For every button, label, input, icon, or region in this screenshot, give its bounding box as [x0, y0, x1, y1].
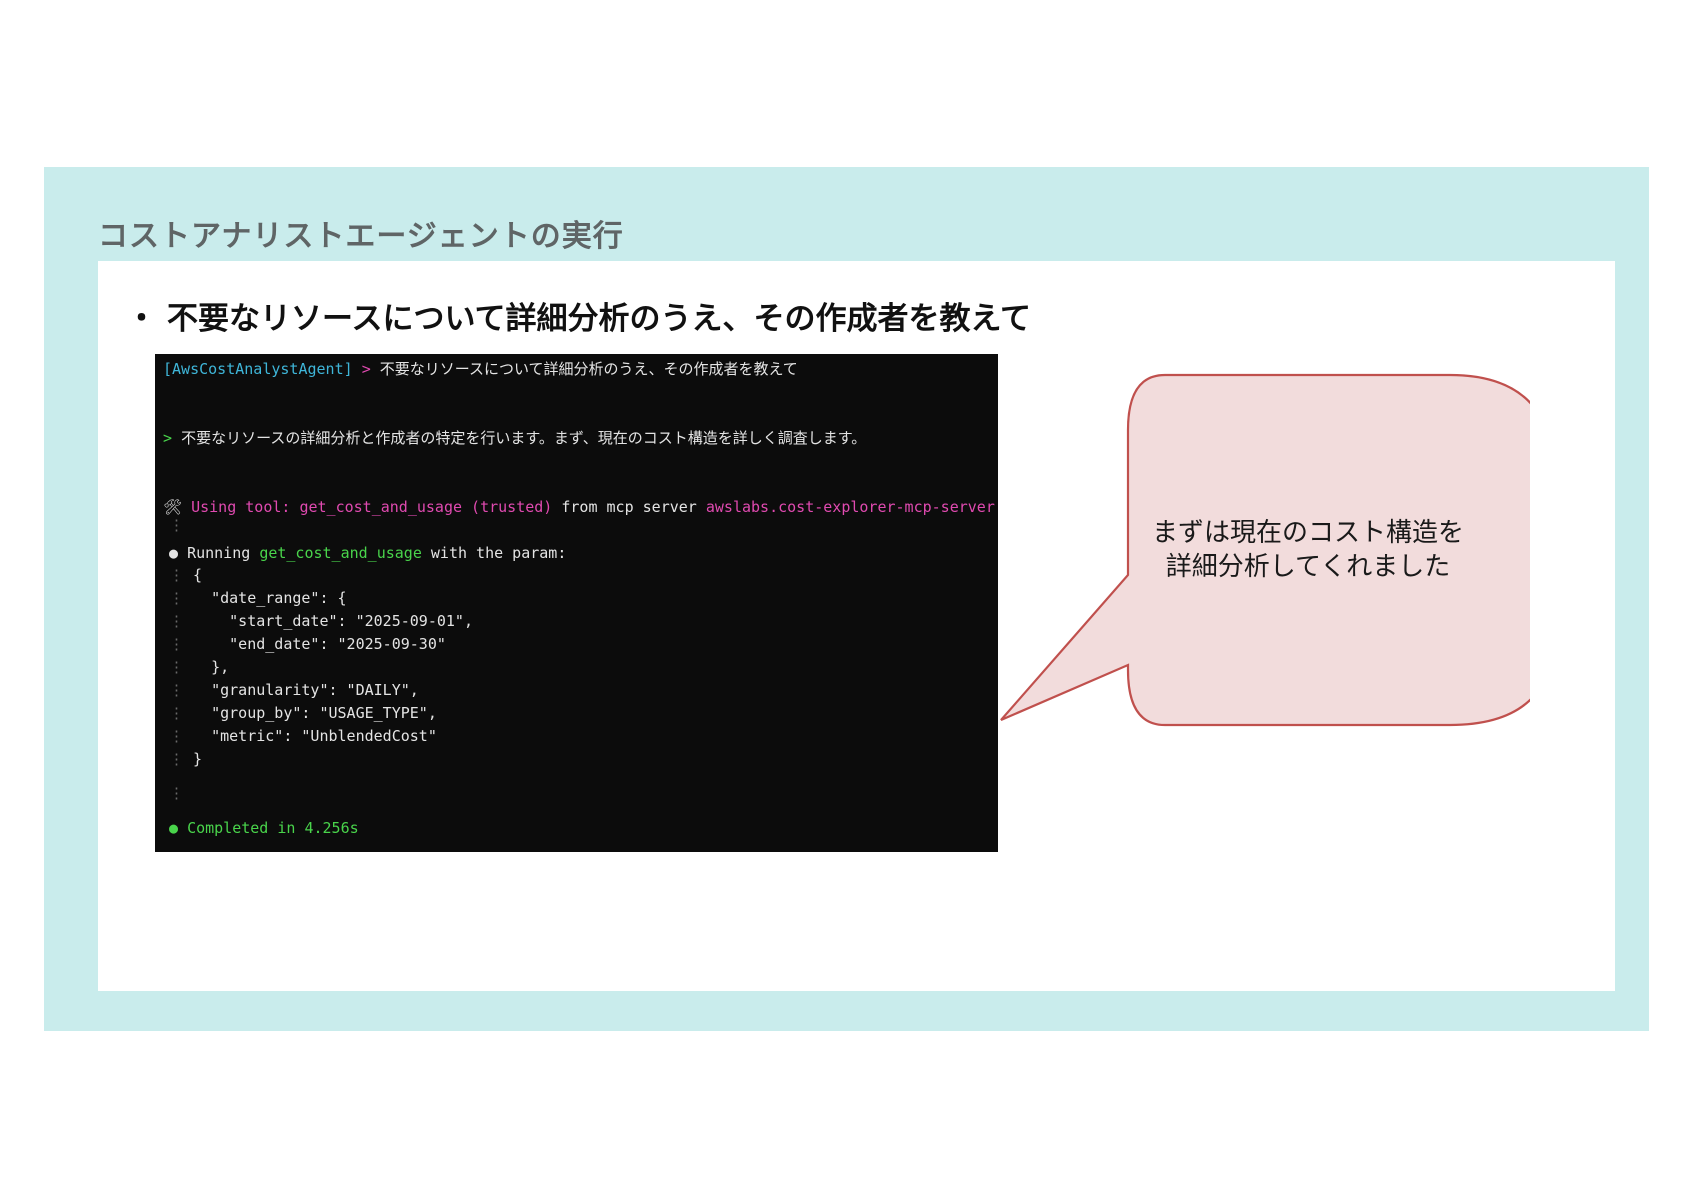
- running-tool: get_cost_and_usage: [259, 544, 422, 562]
- terminal-tool-line: 🛠 Using tool: get_cost_and_usage (truste…: [163, 498, 995, 516]
- tool-trusted: (trusted): [471, 498, 553, 516]
- tool-using-label: Using tool:: [191, 498, 291, 516]
- tree-connector: ⋮: [169, 516, 184, 534]
- tree-connector: ⋮: [169, 784, 184, 802]
- terminal-screenshot: [AwsCostAnalystAgent] > 不要なリソースについて詳細分析の…: [155, 354, 998, 852]
- tool-from: from mcp server: [561, 498, 697, 516]
- terminal-prompt-line: [AwsCostAnalystAgent] > 不要なリソースについて詳細分析の…: [163, 360, 798, 378]
- param-line: ⋮ "date_range": {: [169, 589, 347, 607]
- response-text: 不要なリソースの詳細分析と作成者の特定を行います。まず、現在のコスト構造を詳しく…: [181, 429, 867, 447]
- agent-name: [AwsCostAnalystAgent]: [163, 360, 353, 378]
- terminal-response-line: > 不要なリソースの詳細分析と作成者の特定を行います。まず、現在のコスト構造を詳…: [163, 429, 866, 447]
- param-line: ⋮ "metric": "UnblendedCost": [169, 727, 437, 745]
- bullet-text: 不要なリソースについて詳細分析のうえ、その作成者を教えて: [167, 301, 1031, 337]
- bullet-item: ・不要なリソースについて詳細分析のうえ、その作成者を教えて: [126, 293, 1031, 338]
- param-line: ⋮ "start_date": "2025-09-01",: [169, 612, 473, 630]
- completed-text: Completed in 4.256s: [187, 819, 359, 837]
- tool-icon: 🛠: [163, 498, 183, 516]
- response-arrow: >: [163, 429, 173, 447]
- bullet-marker: ・: [126, 301, 157, 337]
- param-line: ⋮ }: [169, 750, 203, 768]
- param-line: ⋮ "granularity": "DAILY",: [169, 681, 419, 699]
- tool-name: get_cost_and_usage: [299, 498, 463, 516]
- param-line: ⋮ "end_date": "2025-09-30": [169, 635, 446, 653]
- running-suffix: with the param:: [430, 544, 567, 562]
- running-bullet: ●: [169, 544, 179, 562]
- param-line: ⋮ {: [169, 566, 203, 584]
- terminal-completed-line: ● Completed in 4.256s: [169, 819, 359, 837]
- tool-server: awslabs.cost-explorer-mcp-server: [705, 498, 995, 516]
- param-line: ⋮ "group_by": "USAGE_TYPE",: [169, 704, 437, 722]
- callout-line-1: まずは現在のコスト構造を: [1151, 518, 1464, 548]
- terminal-running-line: ● Running get_cost_and_usage with the pa…: [169, 544, 566, 562]
- completed-bullet: ●: [169, 819, 179, 837]
- prompt-text: 不要なリソースについて詳細分析のうえ、その作成者を教えて: [379, 360, 798, 378]
- callout-line-2: 詳細分析してくれました: [1165, 552, 1451, 582]
- running-prefix: Running: [187, 544, 251, 562]
- slide-title: コストアナリストエージェントの実行: [98, 219, 624, 254]
- param-line: ⋮ },: [169, 658, 230, 676]
- callout-text: まずは現在のコスト構造を 詳細分析してくれました: [1093, 516, 1523, 584]
- prompt-arrow: >: [361, 360, 371, 378]
